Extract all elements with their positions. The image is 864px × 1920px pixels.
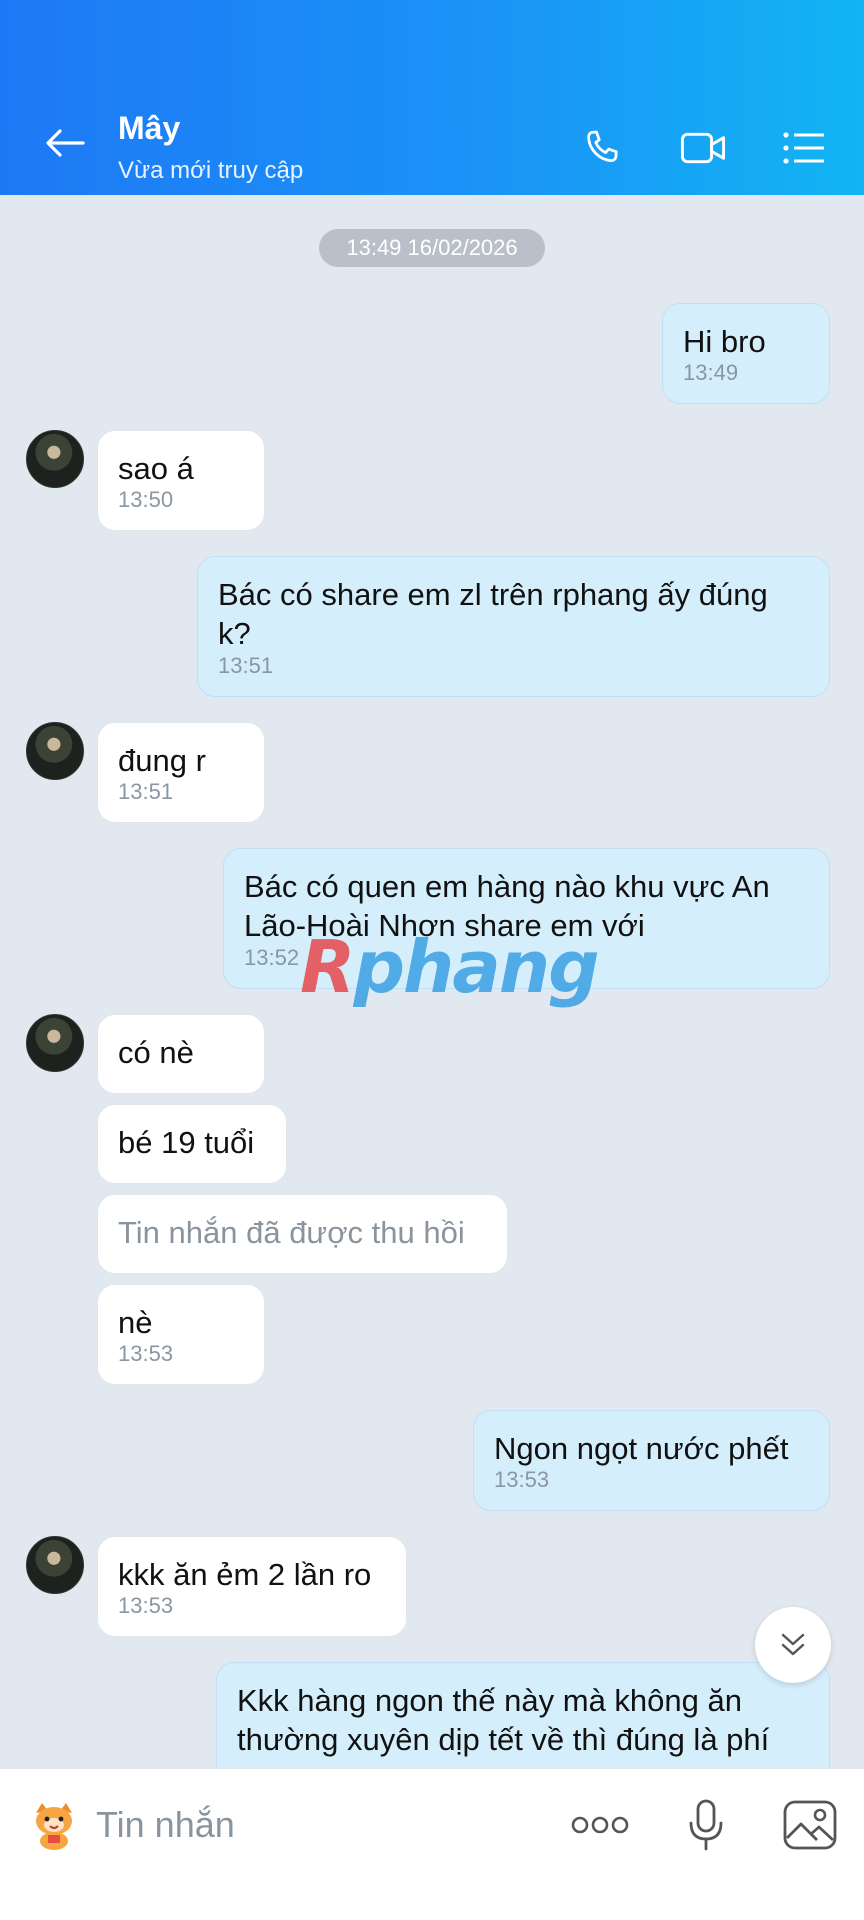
- message-text: Bác có share em zl trên rphang ấy đúng k…: [218, 577, 768, 651]
- message-time: 13:51: [218, 653, 274, 678]
- date-separator: 13:49 16/02/2026: [319, 229, 545, 267]
- back-button[interactable]: [40, 118, 90, 168]
- message-bubble-received[interactable]: có nè: [97, 1014, 265, 1094]
- message-bubble-sent[interactable]: Bác có quen em hàng nào khu vực An Lão-H…: [223, 848, 830, 989]
- message-bubble-received[interactable]: bé 19 tuổi: [97, 1104, 287, 1184]
- more-options-icon: [571, 1816, 629, 1834]
- message-text: có nè: [118, 1035, 194, 1070]
- scroll-to-bottom-button[interactable]: [755, 1607, 831, 1683]
- message-bubble-sent[interactable]: Bác có share em zl trên rphang ấy đúng k…: [197, 556, 830, 697]
- list-menu-icon: [783, 132, 824, 164]
- message-input[interactable]: [96, 1797, 536, 1853]
- message-bubble-received[interactable]: kkk ăn ẻm 2 lần ro 13:53: [97, 1536, 407, 1637]
- message-time: 13:53: [118, 1593, 174, 1618]
- avatar[interactable]: [26, 1536, 84, 1594]
- message-input-bar: [0, 1768, 864, 1920]
- avatar[interactable]: [26, 722, 84, 780]
- message-text: nè: [118, 1305, 153, 1340]
- avatar[interactable]: [26, 1014, 84, 1072]
- menu-button[interactable]: [778, 122, 830, 174]
- voice-message-button[interactable]: [676, 1795, 736, 1855]
- microphone-icon: [689, 1799, 723, 1851]
- message-time: 13:50: [118, 487, 174, 512]
- more-options-button[interactable]: [570, 1795, 630, 1855]
- message-text: sao á: [118, 451, 194, 486]
- message-time: 13:53: [118, 1341, 174, 1366]
- call-button[interactable]: [576, 122, 628, 174]
- message-bubble-sent[interactable]: Ngon ngọt nước phết 13:53: [473, 1410, 830, 1511]
- message-text: kkk ăn ẻm 2 lần ro: [118, 1557, 372, 1592]
- contact-info[interactable]: Mây Vừa mới truy cập: [118, 108, 303, 188]
- send-image-button[interactable]: [780, 1795, 840, 1855]
- message-text: đung r: [118, 743, 206, 778]
- message-text: Ngon ngọt nước phết: [494, 1431, 789, 1466]
- phone-icon: [587, 130, 618, 163]
- contact-status: Vừa mới truy cập: [118, 157, 304, 184]
- message-time: 13:51: [118, 779, 174, 804]
- message-bubble-received[interactable]: nè 13:53: [97, 1284, 265, 1385]
- sticker-icon: [36, 1803, 72, 1850]
- double-chevron-down-icon: [781, 1633, 805, 1656]
- message-time: 13:53: [494, 1467, 550, 1492]
- message-text: Tin nhắn đã được thu hồi: [118, 1215, 465, 1250]
- chat-area[interactable]: 13:49 16/02/2026 Hi bro 13:49 sao á 13:5…: [0, 195, 864, 1768]
- sticker-button[interactable]: [24, 1793, 84, 1853]
- message-time: 13:49: [683, 360, 739, 385]
- avatar[interactable]: [26, 430, 84, 488]
- message-text: Bác có quen em hàng nào khu vực An Lão-H…: [244, 869, 770, 943]
- video-call-button[interactable]: [677, 122, 729, 174]
- image-icon: [783, 1800, 837, 1850]
- message-bubble-recalled[interactable]: Tin nhắn đã được thu hồi: [97, 1194, 508, 1274]
- message-bubble-received[interactable]: đung r 13:51: [97, 722, 265, 823]
- message-text: Hi bro: [683, 324, 766, 359]
- message-text: Kkk hàng ngon thế này mà không ăn thường…: [237, 1683, 770, 1757]
- message-time: 13:52: [244, 945, 300, 970]
- back-arrow-icon: [46, 129, 85, 157]
- message-bubble-received[interactable]: sao á 13:50: [97, 430, 265, 531]
- message-text: bé 19 tuổi: [118, 1125, 255, 1160]
- video-call-icon: [680, 132, 726, 164]
- message-bubble-sent[interactable]: Kkk hàng ngon thế này mà không ăn thường…: [216, 1662, 830, 1768]
- chat-header: Mây Vừa mới truy cập: [0, 0, 864, 195]
- message-bubble-sent[interactable]: Hi bro 13:49: [662, 303, 830, 404]
- contact-name: Mây: [118, 110, 181, 146]
